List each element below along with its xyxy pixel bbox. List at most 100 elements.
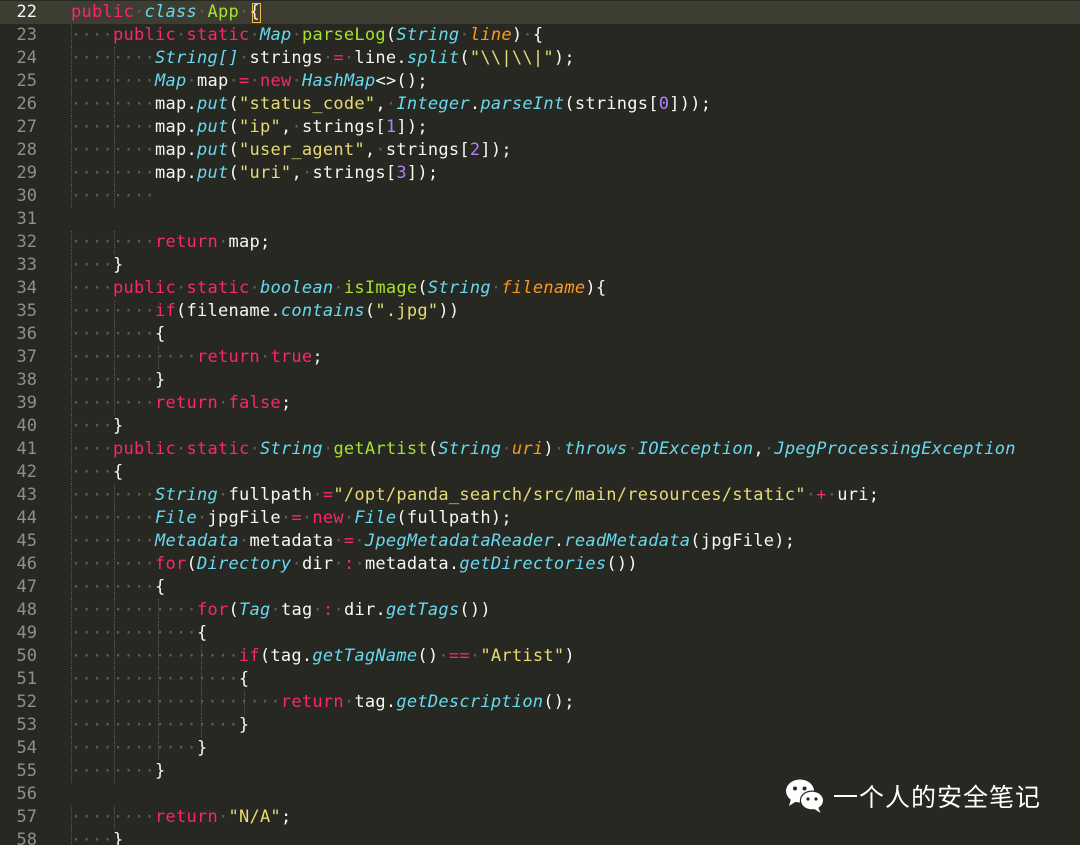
code-line[interactable]: 48 ············for(Tag·tag·:·dir.getTags(… (0, 599, 1080, 622)
code-line[interactable]: 46 ········for(Directory·dir·:·metadata.g… (0, 553, 1080, 576)
code-token: 1 (385, 117, 397, 137)
code-token: map (196, 71, 229, 91)
code-text: ········for(Directory·dir·:·metadata.get… (71, 553, 638, 576)
code-token: } (112, 416, 124, 436)
code-token: ){ (585, 278, 607, 298)
whitespace-marker: · (291, 71, 302, 91)
code-line[interactable]: 24 ········String[]·strings·=·line.split(… (0, 47, 1080, 70)
whitespace-marker: ···· (71, 439, 113, 459)
code-line[interactable]: 32 ········return·map; (0, 231, 1080, 254)
code-token: JpegMetadataReader (364, 531, 554, 551)
code-line[interactable]: 37 ············return·true; (0, 346, 1080, 369)
code-token: getTags (385, 600, 460, 620)
code-line[interactable]: 45 ········Metadata·metadata·=·JpegMetada… (0, 530, 1080, 553)
code-line[interactable]: 38 ········} (0, 369, 1080, 392)
code-text: ············return·true; (71, 346, 323, 369)
code-text: ········Map·map·=·new·HashMap<>(); (71, 70, 428, 93)
code-line[interactable]: 31 (0, 208, 1080, 231)
code-token: . (469, 94, 481, 114)
whitespace-marker: ················ (71, 715, 239, 735)
whitespace-marker: · (259, 347, 271, 367)
code-line[interactable]: 33 ····} (0, 254, 1080, 277)
code-text: ········Metadata·metadata·=·JpegMetadata… (71, 530, 795, 553)
code-token: return (154, 393, 218, 413)
code-token: true (270, 347, 313, 367)
code-token: ]); (396, 117, 428, 137)
code-token: public (112, 278, 176, 298)
code-editor[interactable]: 22 public·class·App·{23 ····public·static·… (0, 0, 1080, 845)
line-number: 30 (16, 186, 37, 206)
code-text: ············for(Tag·tag·:·dir.getTags()) (71, 599, 491, 622)
code-line[interactable]: 39 ········return·false; (0, 392, 1080, 415)
code-token: jpgFile (207, 508, 281, 528)
code-token: ) (543, 439, 554, 459)
code-line[interactable]: 35 ········if(filename.contains(".jpg")) (0, 300, 1080, 323)
whitespace-marker: · (459, 25, 470, 45)
code-line[interactable]: 47 ········{ (0, 576, 1080, 599)
code-line[interactable]: 36 ········{ (0, 323, 1080, 346)
code-token: } (196, 738, 208, 758)
whitespace-marker: · (217, 807, 229, 827)
code-line[interactable]: 42 ····{ (0, 461, 1080, 484)
line-number: 25 (16, 71, 37, 91)
whitespace-marker: · (469, 646, 481, 666)
code-text: public·class·App·{ (71, 1, 260, 24)
code-line[interactable]: 52 ····················return·tag.getDesc… (0, 691, 1080, 714)
code-line[interactable]: 23 ····public·static·Map·parseLog(String·… (0, 24, 1080, 47)
line-number: 54 (16, 738, 37, 758)
whitespace-marker: · (238, 531, 250, 551)
whitespace-marker: ················ (71, 669, 239, 689)
code-token: isImage (343, 278, 418, 298)
line-number: 49 (16, 623, 37, 643)
code-line[interactable]: 22 public·class·App·{ (0, 1, 1080, 24)
code-line[interactable]: 29 ········map.put("uri",·strings[3]); (0, 162, 1080, 185)
code-line[interactable]: 40 ····} (0, 415, 1080, 438)
code-token: map. (154, 117, 197, 137)
code-token: put (196, 94, 229, 114)
line-number: 42 (16, 462, 37, 482)
code-line[interactable]: 54 ············} (0, 737, 1080, 760)
code-line[interactable]: 26 ········map.put("status_code",·Integer… (0, 93, 1080, 116)
code-line[interactable]: 28 ········map.put("user_agent",·strings[… (0, 139, 1080, 162)
code-line[interactable]: 58 ····} (0, 829, 1080, 845)
code-text: ········String·fullpath·="/opt/panda_sea… (71, 484, 879, 507)
line-number: 56 (16, 784, 37, 804)
line-number: 45 (16, 531, 37, 551)
code-line[interactable]: 34 ····public·static·boolean·isImage(Stri… (0, 277, 1080, 300)
whitespace-marker: ········ (71, 485, 155, 505)
code-token: new (259, 71, 292, 91)
whitespace-marker: ········ (71, 163, 155, 183)
code-token: return (196, 347, 260, 367)
code-line[interactable]: 25 ········Map·map·=·new·HashMap<>(); (0, 70, 1080, 93)
code-line[interactable]: 50 ················if(tag.getTagName()·==… (0, 645, 1080, 668)
code-token: put (196, 140, 229, 160)
whitespace-marker: · (322, 48, 334, 68)
code-line[interactable]: 43 ········String·fullpath·="/opt/panda_s… (0, 484, 1080, 507)
code-token: String (427, 278, 491, 298)
code-text: ········return·false; (71, 392, 291, 415)
code-line[interactable]: 41 ····public·static·String·getArtist(Str… (0, 438, 1080, 461)
text-cursor (251, 3, 261, 23)
code-token: } (154, 370, 166, 390)
code-line[interactable]: 27 ········map.put("ip",·strings[1]); (0, 116, 1080, 139)
code-token: ( (228, 600, 239, 620)
code-token: "user_agent" (238, 140, 365, 160)
code-line[interactable]: 53 ················} (0, 714, 1080, 737)
line-number: 32 (16, 232, 37, 252)
line-number: 53 (16, 715, 37, 735)
code-line[interactable]: 44 ········File·jpgFile·=·new·File(fullpa… (0, 507, 1080, 530)
code-line[interactable]: 49 ············{ (0, 622, 1080, 645)
code-line[interactable]: 51 ················{ (0, 668, 1080, 691)
whitespace-marker: ············ (71, 600, 197, 620)
code-area[interactable]: 22 public·class·App·{23 ····public·static·… (0, 1, 1080, 845)
code-text: ········ (71, 185, 155, 208)
whitespace-marker: · (249, 25, 260, 45)
line-number: 41 (16, 439, 37, 459)
code-token: ( (385, 25, 397, 45)
code-line[interactable]: 30 ········ (0, 185, 1080, 208)
code-token: public (71, 2, 134, 22)
code-token: = (322, 485, 334, 505)
whitespace-marker: ········ (71, 370, 155, 390)
code-token: for (196, 600, 229, 620)
code-token: strings (249, 48, 323, 68)
